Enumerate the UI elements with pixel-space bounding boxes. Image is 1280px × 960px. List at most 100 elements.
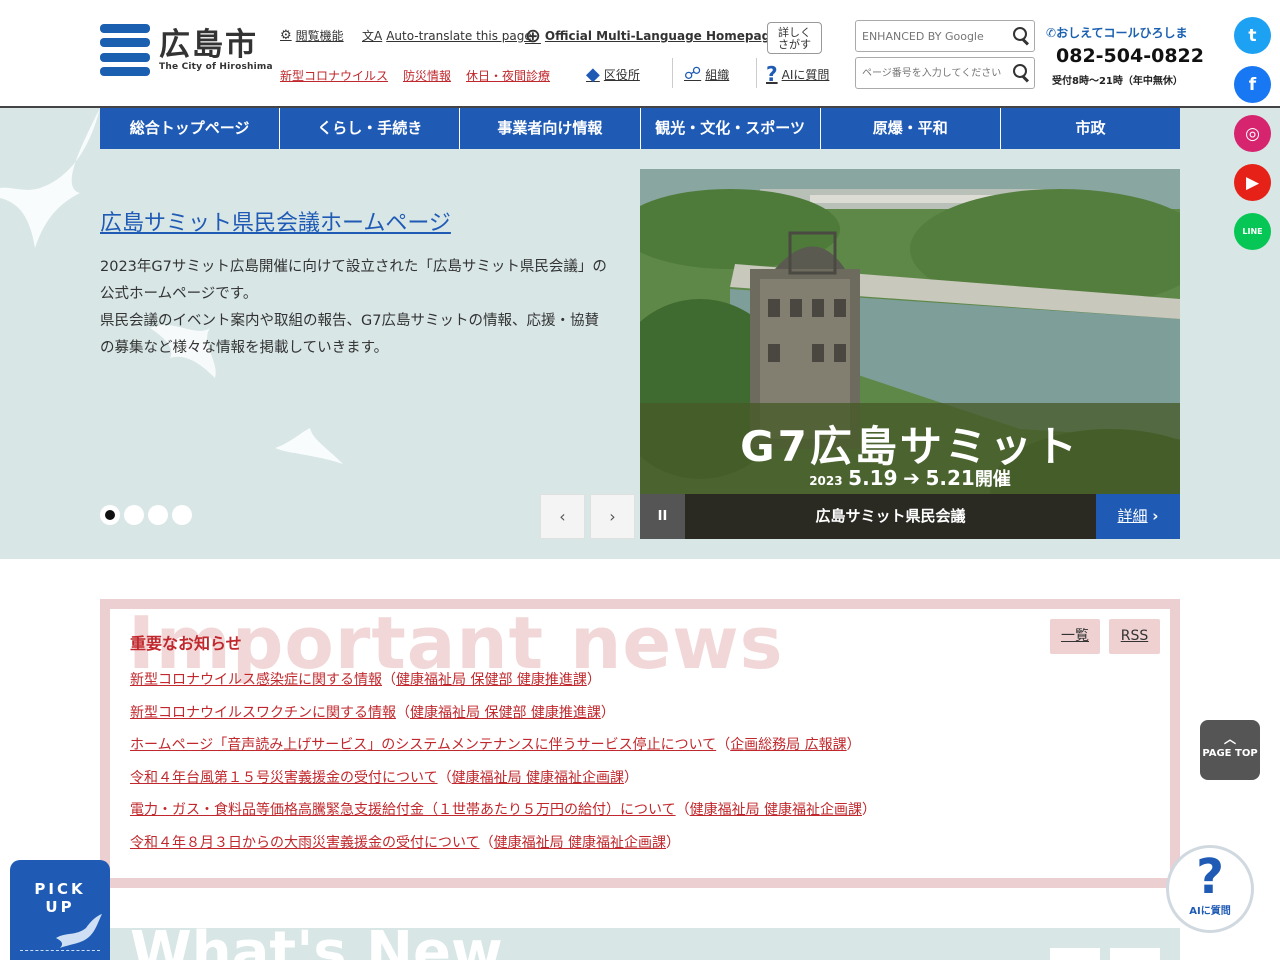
translate-icon: 文A bbox=[362, 29, 383, 43]
news-item-title[interactable]: ホームページ「音声読み上げサービス」のシステムメンテナンスに伴うサービス停止につ… bbox=[130, 737, 716, 753]
important-news-list: 新型コロナウイルス感染症に関する情報（健康福祉局 保健部 健康推進課） 新型コロナ… bbox=[130, 672, 876, 867]
ai-question-link[interactable]: ? AIに質問 bbox=[766, 62, 829, 86]
logo-title: 広島市 bbox=[159, 27, 258, 63]
call-center-hours: 受付8時～21時（年中無休） bbox=[1052, 76, 1183, 87]
whats-new-bg-text: What's New bbox=[130, 928, 503, 960]
nav-business[interactable]: 事業者向け情報 bbox=[460, 108, 641, 149]
logo-subtitle: The City of Hiroshima bbox=[159, 62, 273, 72]
ai-question-float-button[interactable]: ? AIに質問 bbox=[1166, 845, 1254, 933]
news-item: 新型コロナウイルス感染症に関する情報（健康福祉局 保健部 健康推進課） bbox=[130, 672, 601, 688]
slide-detail-button[interactable]: 詳細 › bbox=[1096, 494, 1180, 539]
slide-dot[interactable] bbox=[148, 505, 168, 525]
facebook-icon[interactable]: f bbox=[1234, 66, 1271, 103]
nav-living[interactable]: くらし・手続き bbox=[280, 108, 461, 149]
slide-bar-label: 広島サミット県民会議 bbox=[815, 507, 966, 525]
organization-label: 組織 bbox=[705, 67, 730, 82]
ai-question-label: AIに質問 bbox=[781, 67, 830, 82]
hero-section: 総合トップページ くらし・手続き 事業者向け情報 観光・文化・スポーツ 原爆・平… bbox=[0, 108, 1280, 559]
news-item-dept[interactable]: 健康福祉局 保健部 健康推進課 bbox=[410, 705, 601, 721]
line-icon[interactable]: LINE bbox=[1234, 213, 1271, 250]
ai-question-float-label: AIに質問 bbox=[1189, 906, 1231, 917]
nav-peace[interactable]: 原爆・平和 bbox=[821, 108, 1001, 149]
pickup-tab[interactable]: PICK UP bbox=[10, 860, 110, 960]
whats-new-section: What's New bbox=[100, 928, 1180, 960]
arrow-right-icon: ➔ bbox=[903, 466, 920, 490]
pickup-label: PICK UP bbox=[34, 880, 86, 916]
slide-image[interactable]: G7広島サミット 2023 5.19 ➔ 5.21開催 bbox=[640, 169, 1180, 539]
search-icon[interactable] bbox=[1010, 62, 1032, 84]
slide-pause-button[interactable]: II bbox=[640, 494, 685, 539]
news-item: 令和４年８月３日からの大雨災害義援金の受付について（健康福祉局 健康福祉企画課） bbox=[130, 834, 681, 851]
news-item-title[interactable]: 新型コロナウイルスワクチンに関する情報 bbox=[130, 705, 396, 721]
news-item: 新型コロナウイルスワクチンに関する情報（健康福祉局 保健部 健康推進課） bbox=[130, 704, 615, 721]
google-search-input[interactable] bbox=[862, 22, 1010, 50]
page-top-button[interactable]: ︿ PAGE TOP bbox=[1200, 720, 1260, 780]
g7-summit-dates: 2023 5.19 ➔ 5.21開催 bbox=[809, 466, 1011, 490]
disaster-info-link[interactable]: 防災情報 bbox=[403, 67, 451, 84]
search-icon[interactable] bbox=[1010, 25, 1032, 47]
org-chart-icon: ☍ bbox=[684, 64, 702, 84]
chevron-right-icon: › bbox=[1152, 507, 1159, 525]
whats-new-rss-button[interactable] bbox=[1110, 948, 1160, 960]
news-rss-button[interactable]: RSS bbox=[1109, 619, 1160, 654]
nav-tourism[interactable]: 観光・文化・スポーツ bbox=[641, 108, 821, 149]
important-news-section: Important news 重要なお知らせ 一覧 RSS 新型コロナウイルス感… bbox=[100, 599, 1180, 888]
browse-settings-link[interactable]: ⚙ 閲覧機能 bbox=[280, 27, 344, 44]
dove-decoration bbox=[275, 428, 343, 464]
news-item-title[interactable]: 新型コロナウイルス感染症に関する情報 bbox=[130, 672, 382, 688]
whats-new-list-button[interactable] bbox=[1050, 948, 1100, 960]
news-item-title[interactable]: 令和４年８月３日からの大雨災害義援金の受付について bbox=[130, 835, 480, 851]
phone-icon: ✆ bbox=[1046, 26, 1057, 40]
question-mascot-icon: ? bbox=[1196, 849, 1224, 905]
auto-translate-label: Auto-translate this page bbox=[386, 28, 532, 43]
covid-link[interactable]: 新型コロナウイルス bbox=[280, 67, 388, 84]
twitter-icon[interactable]: t bbox=[1234, 17, 1271, 54]
slide-dot[interactable] bbox=[100, 505, 120, 525]
ward-map-icon: ◆ bbox=[586, 64, 600, 85]
auto-translate-link[interactable]: 文A Auto-translate this page bbox=[362, 27, 532, 44]
news-item: ホームページ「音声読み上げサービス」のシステムメンテナンスに伴うサービス停止につ… bbox=[130, 737, 861, 753]
nav-top-page[interactable]: 総合トップページ bbox=[100, 108, 281, 149]
multi-language-link[interactable]: ⊕ Official Multi-Language Homepage bbox=[525, 25, 778, 47]
slide-dot[interactable] bbox=[124, 505, 144, 525]
ward-office-link[interactable]: ◆ 区役所 bbox=[586, 64, 640, 85]
global-nav: 総合トップページ くらし・手続き 事業者向け情報 観光・文化・スポーツ 原爆・平… bbox=[100, 108, 1180, 149]
slide-pagination bbox=[100, 505, 196, 525]
news-item-title[interactable]: 電力・ガス・食料品等価格高騰緊急支援給付金（１世帯あたり５万円の給付）について bbox=[130, 802, 676, 818]
emergency-clinic-link[interactable]: 休日・夜間診療 bbox=[466, 67, 550, 84]
globe-icon: ⊕ bbox=[525, 25, 541, 47]
news-item-dept[interactable]: 健康福祉局 健康福祉企画課 bbox=[690, 802, 862, 818]
gear-icon: ⚙ bbox=[280, 28, 292, 43]
organization-link[interactable]: ☍ 組織 bbox=[684, 64, 729, 84]
important-news-heading: 重要なお知らせ bbox=[130, 634, 242, 653]
dove-decoration bbox=[0, 108, 100, 248]
city-logo[interactable]: 広島市 The City of Hiroshima bbox=[100, 24, 273, 76]
slide-description: 2023年G7サミット広島開催に向けて設立された「広島サミット県民会議」の公式ホ… bbox=[100, 259, 607, 356]
detailed-search-label: 詳しく さがす bbox=[778, 26, 811, 51]
page-number-search-box bbox=[855, 57, 1035, 89]
slide-control-bar: II 広島サミット県民会議 詳細 › bbox=[640, 494, 1180, 539]
slide-dot[interactable] bbox=[172, 505, 192, 525]
chevron-up-icon: ︿ bbox=[1223, 732, 1236, 746]
nav-city-admin[interactable]: 市政 bbox=[1001, 108, 1180, 149]
slide-title-link[interactable]: 広島サミット県民会議ホームページ bbox=[100, 205, 451, 237]
dove-icon bbox=[56, 914, 102, 948]
call-center-number[interactable]: 082-504-0822 bbox=[1056, 45, 1204, 67]
news-item-dept[interactable]: 企画総務局 広報課 bbox=[730, 737, 846, 753]
detailed-search-button[interactable]: 詳しく さがす bbox=[767, 22, 822, 54]
news-item-title[interactable]: 令和４年台風第１５号災害義援金の受付について bbox=[130, 770, 438, 786]
city-logo-mark bbox=[100, 24, 150, 76]
youtube-icon[interactable]: ▶ bbox=[1234, 164, 1271, 201]
news-item-dept[interactable]: 健康福祉局 健康福祉企画課 bbox=[452, 770, 624, 786]
page-number-input[interactable] bbox=[862, 59, 1010, 87]
browse-settings-label: 閲覧機能 bbox=[295, 29, 344, 43]
slide-prev-button[interactable]: ‹ bbox=[540, 494, 585, 539]
news-item-dept[interactable]: 健康福祉局 保健部 健康推進課 bbox=[396, 672, 587, 688]
instagram-icon[interactable]: ◎ bbox=[1234, 115, 1271, 152]
google-search-box bbox=[855, 20, 1035, 52]
news-item: 電力・ガス・食料品等価格高騰緊急支援給付金（１世帯あたり５万円の給付）について（… bbox=[130, 802, 877, 818]
slide-next-button[interactable]: › bbox=[590, 494, 635, 539]
news-list-button[interactable]: 一覧 bbox=[1050, 619, 1100, 654]
question-icon: ? bbox=[766, 62, 778, 86]
news-item-dept[interactable]: 健康福祉局 健康福祉企画課 bbox=[494, 835, 666, 851]
